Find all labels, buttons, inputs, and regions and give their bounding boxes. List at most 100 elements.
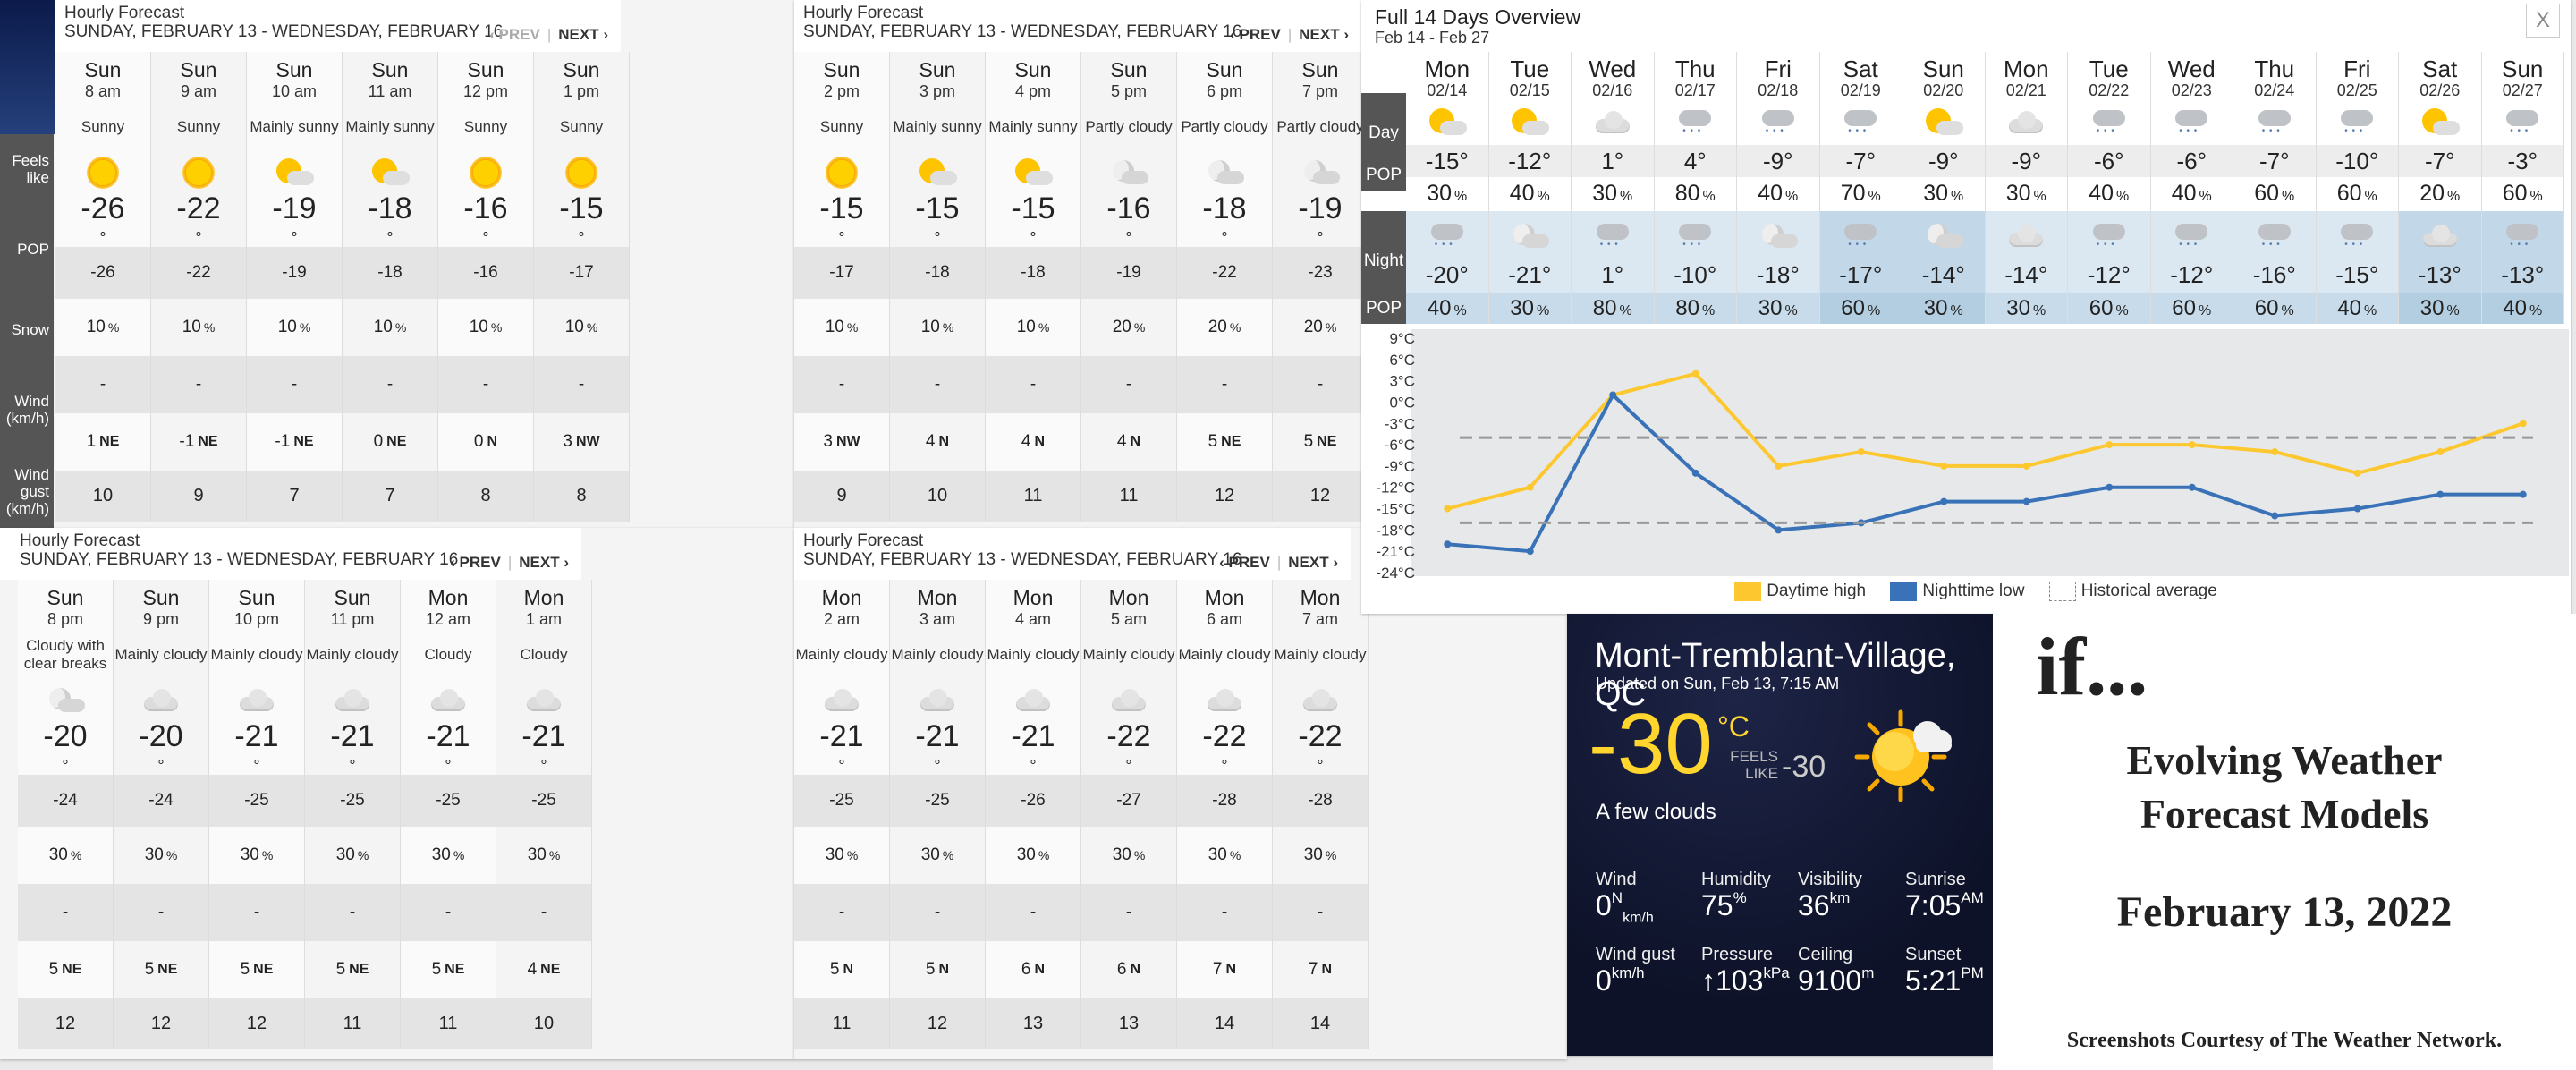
pop-value: 30 bbox=[825, 845, 844, 864]
prev-button[interactable]: ‹ PREV bbox=[489, 26, 540, 43]
close-button[interactable]: X bbox=[2526, 4, 2560, 38]
panel-title: Hourly Forecast bbox=[64, 4, 185, 22]
temp-value: -19 bbox=[272, 191, 317, 225]
panel-date-range: SUNDAY, FEBRUARY 13 - WEDNESDAY, FEBRUAR… bbox=[20, 550, 459, 569]
night-temperature: -15° bbox=[2335, 261, 2379, 288]
hour-condition: Sunny bbox=[559, 118, 604, 135]
night-temperature: -10° bbox=[1674, 261, 1717, 288]
data-point bbox=[1444, 505, 1452, 513]
night-icon-cell bbox=[2233, 217, 2316, 256]
next-button[interactable]: NEXT › bbox=[1299, 26, 1349, 43]
hour-wind: 5 NE bbox=[18, 941, 113, 998]
hour-icon-cell bbox=[55, 152, 150, 193]
hour-time: 2 pm bbox=[823, 81, 860, 100]
night-pop: 40% bbox=[2481, 293, 2563, 324]
hour-day: Mon bbox=[1108, 585, 1149, 609]
day-icon-cell bbox=[1655, 104, 1737, 141]
day-temperature: -6° bbox=[2068, 145, 2150, 177]
hour-snow: - bbox=[247, 356, 342, 413]
night-pop-value: 30 bbox=[1758, 296, 1783, 320]
metric-value: 5:21PM bbox=[1905, 964, 1984, 998]
hour-icon-cell bbox=[890, 152, 985, 193]
hour-feels-like: -16 bbox=[438, 247, 533, 299]
wind-direction: NE bbox=[157, 962, 178, 977]
hour-icon-cell bbox=[890, 680, 985, 721]
day-temp-value: -9 bbox=[1762, 148, 1784, 174]
hour-wind: 5 NE bbox=[114, 941, 208, 998]
sun-icon bbox=[87, 157, 119, 189]
cloud-icon bbox=[1300, 688, 1341, 713]
hour-time: 2 am bbox=[823, 609, 860, 628]
snow-cloud-icon bbox=[1675, 106, 1715, 139]
hour-wind-gust: 11 bbox=[986, 471, 1080, 522]
partly-cloudy-night-icon bbox=[46, 684, 85, 717]
night-icon-cell bbox=[1655, 217, 1737, 256]
y-tick-label: 6°C bbox=[1389, 352, 1415, 369]
hour-wind-gust: 10 bbox=[55, 471, 150, 522]
hour-time: 3 am bbox=[919, 609, 956, 628]
temp-value: -15 bbox=[915, 191, 960, 225]
snow-cloud-icon bbox=[2337, 220, 2377, 252]
hour-wind: 5N bbox=[890, 941, 985, 998]
next-button[interactable]: NEXT › bbox=[1288, 554, 1338, 571]
day-temp-value: -7 bbox=[2258, 148, 2281, 174]
night-icon-cell bbox=[2151, 217, 2233, 256]
night-icon-cell bbox=[1902, 217, 1985, 256]
next-button[interactable]: NEXT › bbox=[558, 26, 608, 43]
prev-button[interactable]: ‹ PREV bbox=[450, 554, 501, 571]
overview-day-name: Mon bbox=[2003, 55, 2049, 82]
day-pop: 60% bbox=[2254, 181, 2295, 206]
label-wind-gust: Wind gust (km/h) bbox=[0, 454, 54, 528]
snow-cloud-icon bbox=[1675, 220, 1715, 252]
prev-button[interactable]: ‹ PREV bbox=[1230, 26, 1281, 43]
hour-feels-like: -17 bbox=[534, 247, 629, 299]
hour-pop: 30% bbox=[144, 845, 178, 864]
hourly-panel-1: Hourly Forecast SUNDAY, FEBRUARY 13 - WE… bbox=[0, 0, 794, 528]
hour-icon-cell bbox=[1177, 152, 1272, 193]
hour-wind: 5N bbox=[794, 941, 889, 998]
night-pop: 30% bbox=[1902, 293, 1985, 324]
day-temp-value: -6 bbox=[2176, 148, 2198, 174]
day-temp-value: -9 bbox=[2011, 148, 2032, 174]
hour-temperature: -15 ° bbox=[819, 191, 864, 247]
day-pop: 20% bbox=[2419, 181, 2461, 206]
night-pop: 80% bbox=[1572, 293, 1654, 324]
overview-date: 02/14 bbox=[1427, 81, 1468, 99]
day-icon-cell bbox=[2482, 104, 2564, 141]
temp-value: -21 bbox=[1011, 719, 1055, 753]
y-tick-label: -24°C bbox=[1376, 565, 1415, 578]
hour-column: Sun 10 pm Mainly cloudy -21 ° -25 30% -5 NE 12 bbox=[209, 580, 305, 1049]
temp-value: -22 bbox=[1298, 719, 1343, 753]
night-pop-value: 80 bbox=[1592, 296, 1617, 320]
hour-icon-cell bbox=[343, 152, 437, 193]
day-temperature: -3° bbox=[2481, 145, 2563, 177]
hour-snow: - bbox=[1081, 884, 1176, 941]
temp-value: -18 bbox=[1202, 191, 1247, 225]
hour-snow: - bbox=[114, 884, 208, 941]
overview-date: 02/24 bbox=[2254, 81, 2295, 99]
hour-icon-cell bbox=[794, 680, 889, 721]
panel-title: Hourly Forecast bbox=[803, 4, 924, 22]
cloud-icon bbox=[1108, 688, 1149, 713]
hour-icon-cell bbox=[151, 152, 246, 193]
data-point bbox=[2271, 448, 2279, 456]
metric-unit: % bbox=[1733, 889, 1747, 906]
night-pop: 30% bbox=[1985, 293, 2067, 324]
wind-direction: NW bbox=[575, 434, 600, 449]
hour-column: Mon 2 am Mainly cloudy -21 ° -25 30% -5 N 11 bbox=[794, 580, 890, 1049]
title-line-2: Forecast Models bbox=[2140, 791, 2429, 836]
hour-snow: - bbox=[496, 884, 591, 941]
next-button[interactable]: NEXT › bbox=[519, 554, 569, 571]
hour-icon-cell bbox=[438, 152, 533, 193]
partly-cloudy-night-icon bbox=[1301, 157, 1340, 189]
hour-pop: 30% bbox=[240, 845, 274, 864]
day-pop-value: 30 bbox=[1923, 181, 1949, 206]
cloud-icon bbox=[140, 688, 182, 713]
label-day-pop: POP bbox=[1361, 159, 1406, 191]
partly-sunny-icon bbox=[1013, 157, 1053, 189]
prev-button[interactable]: ‹ PREV bbox=[1219, 554, 1270, 571]
hour-day: Mon bbox=[428, 585, 469, 609]
y-tick-label: -15°C bbox=[1376, 501, 1415, 518]
panel-date-range: SUNDAY, FEBRUARY 13 - WEDNESDAY, FEBRUAR… bbox=[64, 22, 504, 41]
day-pop: 80% bbox=[1674, 181, 1716, 206]
